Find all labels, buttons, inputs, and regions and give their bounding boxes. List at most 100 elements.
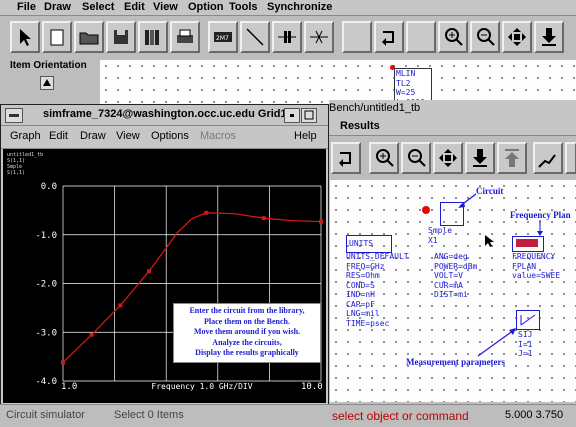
main-menubar: File Draw Select Edit View Option Tools … — [0, 0, 576, 16]
mlin-line-2: W=25 — [396, 88, 416, 97]
status-bar: Circuit simulator Select 0 Items select … — [0, 404, 576, 427]
minimize-button[interactable] — [284, 108, 300, 123]
rotate-button[interactable] — [374, 21, 404, 53]
smple-text: Smple X1 — [428, 226, 452, 245]
freq-line-0: FREQUENCY — [512, 252, 556, 261]
frequency-block-fill — [516, 239, 538, 247]
series-marker — [89, 332, 94, 337]
y-tick-label: -4.0 — [35, 377, 57, 387]
wire-tool-button[interactable] — [304, 21, 334, 53]
graph-menu-draw[interactable]: Draw — [80, 130, 106, 142]
x-tick-label: 10.0 — [301, 382, 323, 392]
orient-up-button[interactable] — [40, 76, 54, 90]
zoom-in-icon — [445, 28, 463, 46]
units-left-text: UNITS_DEFAULT FREQ=GHz RES=Ohm COND=S IN… — [346, 252, 409, 328]
maximize-button[interactable] — [301, 108, 317, 123]
mouse-cursor-icon — [485, 235, 494, 247]
units-right-4: DIST=mi — [434, 290, 468, 299]
menu-draw[interactable]: Draw — [44, 1, 71, 13]
new-file-icon — [50, 29, 64, 46]
menu-tools[interactable]: Tools — [229, 1, 258, 13]
line-tool-button[interactable] — [240, 21, 270, 53]
plot-area[interactable]: untitled1_tb S(1,1) Smple S(1,1) 0.0 -1.0… — [3, 149, 326, 403]
bench-pan-button[interactable] — [433, 142, 463, 174]
x-axis-label: Frequency 1.0 GHz/DIV — [151, 382, 252, 391]
frequency-block[interactable] — [512, 236, 544, 252]
status-left: Circuit simulator — [6, 409, 85, 421]
four-way-arrow-icon — [439, 149, 457, 167]
chip-2m7-icon: 2M7 — [214, 32, 232, 42]
units-block[interactable]: UNITS — [346, 235, 392, 253]
units-left-3: COND=S — [346, 280, 375, 290]
menu-edit[interactable]: Edit — [124, 1, 145, 13]
graph-menu-view[interactable]: View — [116, 130, 140, 142]
bench-stairs-button[interactable] — [533, 142, 563, 174]
bench-upload-button[interactable] — [497, 142, 527, 174]
graph-menu-help[interactable]: Help — [294, 130, 317, 142]
menu-file[interactable]: File — [17, 1, 36, 13]
mlin-component[interactable]: MLIN TL2 W=25 L=6000 — [394, 68, 432, 107]
x-tick-label: 1.0 — [61, 382, 77, 392]
bench-title: Bench/untitled1_tb — [329, 102, 421, 114]
pan-button[interactable] — [502, 21, 532, 53]
units-left-7: TIME=psec — [346, 318, 390, 328]
series-marker — [118, 303, 123, 308]
print-button[interactable] — [170, 21, 200, 53]
schematic-canvas[interactable]: Circuit Smple X1 Frequency Plan FREQUENC… — [330, 180, 576, 402]
units-left-5: CAP=pF — [346, 299, 375, 309]
annotation-line-3: Analyze the circuits, — [212, 337, 282, 347]
measurement-arrow — [477, 328, 516, 357]
menu-select[interactable]: Select — [82, 1, 114, 13]
svg-text:2M7: 2M7 — [216, 35, 229, 42]
four-way-arrow-icon — [508, 28, 526, 46]
menu-view[interactable]: View — [153, 1, 178, 13]
down-arrow-bar-icon — [542, 28, 556, 46]
menu-synchronize[interactable]: Synchronize — [267, 1, 332, 13]
circuit-pin — [422, 206, 430, 214]
port-icon — [278, 31, 296, 43]
annotation-line-0: Enter the circuit from the library, — [189, 306, 305, 315]
y-tick-label: -3.0 — [35, 328, 57, 338]
bench-zoom-in-button[interactable] — [369, 142, 399, 174]
annotation-line-1: Place them on the Bench. — [204, 316, 290, 326]
open-file-button[interactable] — [74, 21, 104, 53]
main-toolbar: 2M7 — [0, 16, 576, 60]
bench-title-bar: Bench/untitled1_tb — [329, 100, 576, 118]
annotation-line-2: Move them around if you wish. — [193, 327, 301, 336]
units-block-title: UNITS — [349, 239, 374, 248]
bench-zoom-out-button[interactable] — [401, 142, 431, 174]
blank-button[interactable] — [342, 21, 372, 53]
graph-menu-graph[interactable]: Graph — [10, 130, 41, 142]
port-tool-button[interactable] — [272, 21, 302, 53]
download-button[interactable] — [534, 21, 564, 53]
menu-results[interactable]: Results — [340, 120, 380, 132]
library-button[interactable] — [138, 21, 168, 53]
units-right-0: ANG=deg — [434, 252, 468, 261]
units-right-2: VOLT=V — [434, 271, 463, 280]
graph-title-bar: simframe_7324@washington.occ.uc.edu Grid… — [1, 105, 328, 126]
component-button[interactable]: 2M7 — [208, 21, 238, 53]
bench-download-button[interactable] — [465, 142, 495, 174]
graph-menu-edit[interactable]: Edit — [49, 130, 68, 142]
u-turn-arrow-icon — [339, 152, 351, 167]
measurement-label: Measurement parameters — [406, 357, 506, 367]
panel-title: Item Orientation — [10, 60, 87, 71]
floppy-icon — [114, 30, 128, 44]
printer-icon — [177, 29, 193, 43]
graph-menu-macros: Macros — [200, 130, 237, 142]
bench-more-button[interactable] — [565, 142, 576, 174]
smple-block[interactable] — [440, 202, 464, 226]
zoom-out-button[interactable] — [470, 21, 500, 53]
save-button[interactable] — [106, 21, 136, 53]
blank-button-2[interactable] — [406, 21, 436, 53]
zoom-in-button[interactable] — [438, 21, 468, 53]
menu-option[interactable]: Option — [188, 1, 223, 13]
series-marker — [261, 216, 266, 221]
units-right-3: CUR=mA — [434, 280, 463, 290]
bench-rotate-button[interactable] — [331, 142, 361, 174]
units-right-text: ANG=deg POWER=dBm VOLT=V CUR=mA DIST=mi — [434, 252, 477, 300]
new-file-button[interactable] — [42, 21, 72, 53]
window-menu-button[interactable] — [5, 108, 23, 123]
pointer-tool-button[interactable] — [10, 21, 40, 53]
graph-menu-options[interactable]: Options — [151, 130, 189, 142]
